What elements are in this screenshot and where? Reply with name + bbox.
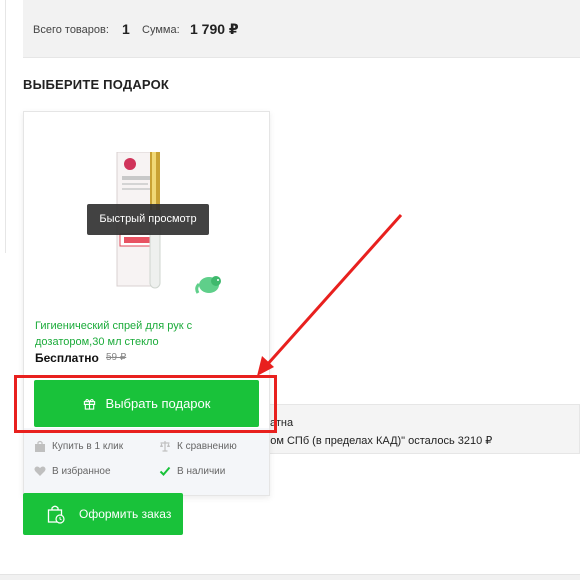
checkout-button-label: Оформить заказ xyxy=(79,507,172,521)
annotation-highlight-box xyxy=(14,375,277,433)
favorites-label: В избранное xyxy=(52,465,111,477)
checkout-button[interactable]: Оформить заказ xyxy=(23,493,183,535)
checkmark-icon xyxy=(159,466,171,476)
quick-view-button[interactable]: Быстрый просмотр xyxy=(87,204,209,235)
shopping-bag-clock-icon xyxy=(47,505,65,524)
delivery-notice-line2: ером СПб (в пределах КАД)" осталось 3210… xyxy=(258,435,493,447)
in-stock-label: В наличии xyxy=(177,465,226,477)
cart-summary: Всего товаров: 1 Сумма: 1 790 ₽ xyxy=(23,0,580,58)
compare-label: К сравнению xyxy=(177,440,237,452)
card-actions-panel: Купить в 1 клик К сравнению В избранное … xyxy=(24,428,269,495)
elephant-logo-icon xyxy=(195,276,221,294)
sum-value: 1 790 ₽ xyxy=(190,21,239,37)
left-panel-edge xyxy=(0,0,6,253)
buy-one-click-link[interactable]: Купить в 1 клик xyxy=(34,440,123,452)
page-footer-divider xyxy=(0,574,580,580)
product-old-price: 59 ₽ xyxy=(106,352,127,363)
gift-section-heading: ВЫБЕРИТЕ ПОДАРОК xyxy=(23,77,170,92)
heart-icon xyxy=(34,466,46,476)
items-count-value: 1 xyxy=(122,21,130,37)
product-name-link[interactable]: Гигиенический спрей для рук с дозатором,… xyxy=(35,318,260,350)
product-price: Бесплатно xyxy=(35,351,99,365)
gift-product-card: Быстрый просмотр Гигиенический спрей для… xyxy=(23,111,270,496)
add-to-favorites-link[interactable]: В избранное xyxy=(34,465,111,477)
buy-one-click-label: Купить в 1 клик xyxy=(52,440,124,452)
in-stock-status: В наличии xyxy=(159,465,225,477)
scales-icon xyxy=(160,441,170,452)
compare-link[interactable]: К сравнению xyxy=(159,440,237,452)
items-count-label: Всего товаров: xyxy=(33,24,109,36)
sum-label: Сумма: xyxy=(142,24,180,36)
bag-icon xyxy=(35,440,45,452)
